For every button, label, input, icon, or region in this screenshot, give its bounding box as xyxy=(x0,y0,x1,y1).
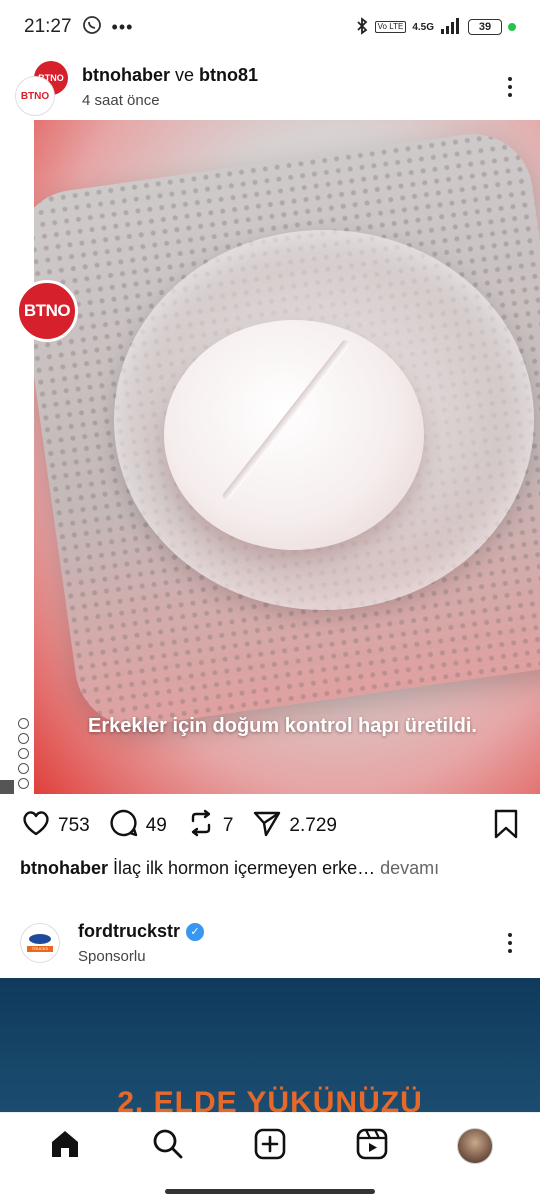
home-indicator[interactable] xyxy=(165,1189,375,1194)
heart-icon xyxy=(20,807,52,845)
author-connector: ve xyxy=(175,65,195,85)
reels-icon xyxy=(355,1127,389,1166)
dot xyxy=(508,93,512,97)
collab-avatars[interactable]: BTNO BTNO xyxy=(16,59,76,115)
nav-search[interactable] xyxy=(148,1126,188,1166)
author-btno81[interactable]: btno81 xyxy=(199,65,258,85)
post-authors: btnohaber ve btno81 xyxy=(82,65,258,86)
like-button[interactable]: 753 xyxy=(20,807,90,845)
dot xyxy=(508,85,512,89)
post-timestamp: 4 saat önce xyxy=(82,92,160,109)
telegram-icon xyxy=(18,748,29,759)
send-icon xyxy=(251,807,283,845)
search-icon xyxy=(151,1127,185,1166)
more-notifications-icon: ••• xyxy=(111,16,134,37)
volte-badge: Vo LTE xyxy=(374,21,407,33)
nav-reels[interactable] xyxy=(352,1126,392,1166)
pill xyxy=(164,320,424,550)
repost-button[interactable]: 7 xyxy=(185,807,234,845)
comment-count: 49 xyxy=(145,815,167,836)
avatar-fordtruckstr[interactable]: TRUCKS xyxy=(20,923,60,963)
status-time: 21:27 xyxy=(24,16,72,37)
whatsapp-icon xyxy=(82,15,102,40)
youtube-icon xyxy=(18,763,29,774)
comment-icon xyxy=(108,807,140,845)
like-count: 753 xyxy=(58,815,90,836)
profile-avatar xyxy=(456,1128,493,1164)
post-image[interactable]: Erkekler için doğum kontrol hapı üretild… xyxy=(0,120,540,794)
status-bar: 21:27 ••• Vo LTE 4.5G 39 xyxy=(0,0,540,54)
caption-text: İlaç ilk hormon içermeyen erke… xyxy=(113,858,376,878)
x-icon xyxy=(18,778,29,789)
home-icon xyxy=(48,1127,82,1166)
post-options-button[interactable] xyxy=(500,77,520,97)
caption-username[interactable]: btnohaber xyxy=(20,858,108,878)
bookmark-icon xyxy=(492,809,520,844)
image-headline: Erkekler için doğum kontrol hapı üretild… xyxy=(88,715,477,737)
add-post-icon xyxy=(253,1127,287,1166)
ford-logo-icon xyxy=(29,934,51,944)
bluetooth-icon xyxy=(355,16,369,38)
caption-more-link[interactable]: devamı xyxy=(380,858,439,878)
sponsored-image-text: 2. ELDE YÜKÜNÜZÜ xyxy=(117,1086,423,1112)
post-actions: 753 49 7 2.729 xyxy=(0,796,540,856)
dot xyxy=(508,933,512,937)
share-button[interactable]: 2.729 xyxy=(251,807,337,845)
dot xyxy=(508,949,512,953)
comment-button[interactable]: 49 xyxy=(108,807,167,845)
battery-icon: 39 xyxy=(468,19,502,35)
verified-badge-icon: ✓ xyxy=(186,922,205,941)
pill-photo: Erkekler için doğum kontrol hapı üretild… xyxy=(34,120,540,794)
nav-profile[interactable] xyxy=(455,1126,495,1166)
avatar-btnohaber[interactable]: BTNO xyxy=(16,77,54,115)
facebook-icon xyxy=(18,718,29,729)
repost-icon xyxy=(185,807,217,845)
bottom-navigation xyxy=(0,1112,540,1200)
post-header: BTNO BTNO btnohaber ve btno81 4 saat önc… xyxy=(0,54,540,120)
instagram-icon xyxy=(18,733,29,744)
save-button[interactable] xyxy=(492,808,520,845)
sponsored-options-button[interactable] xyxy=(500,933,520,953)
sponsored-post-image[interactable]: 2. ELDE YÜKÜNÜZÜ xyxy=(0,978,540,1112)
post-caption[interactable]: btnohaber İlaç ilk hormon içermeyen erke… xyxy=(20,858,520,879)
social-icons-strip xyxy=(18,718,29,789)
side-marker xyxy=(0,780,14,794)
dot xyxy=(508,77,512,81)
repost-count: 7 xyxy=(222,815,234,836)
nav-create[interactable] xyxy=(250,1126,290,1166)
sponsored-post-header: TRUCKS fordtruckstr ✓ Sponsorlu xyxy=(0,910,540,976)
btno-logo: BTNO xyxy=(16,280,78,342)
sponsored-label: Sponsorlu xyxy=(78,948,146,965)
privacy-indicator-dot xyxy=(508,23,516,31)
author-btnohaber[interactable]: btnohaber xyxy=(82,65,170,85)
nav-home[interactable] xyxy=(45,1126,85,1166)
trucks-label: TRUCKS xyxy=(27,946,53,952)
network-type: 4.5G xyxy=(412,21,434,33)
dot xyxy=(508,941,512,945)
sponsored-author[interactable]: fordtruckstr xyxy=(78,921,180,942)
signal-icon xyxy=(440,17,462,37)
share-count: 2.729 xyxy=(289,815,337,836)
